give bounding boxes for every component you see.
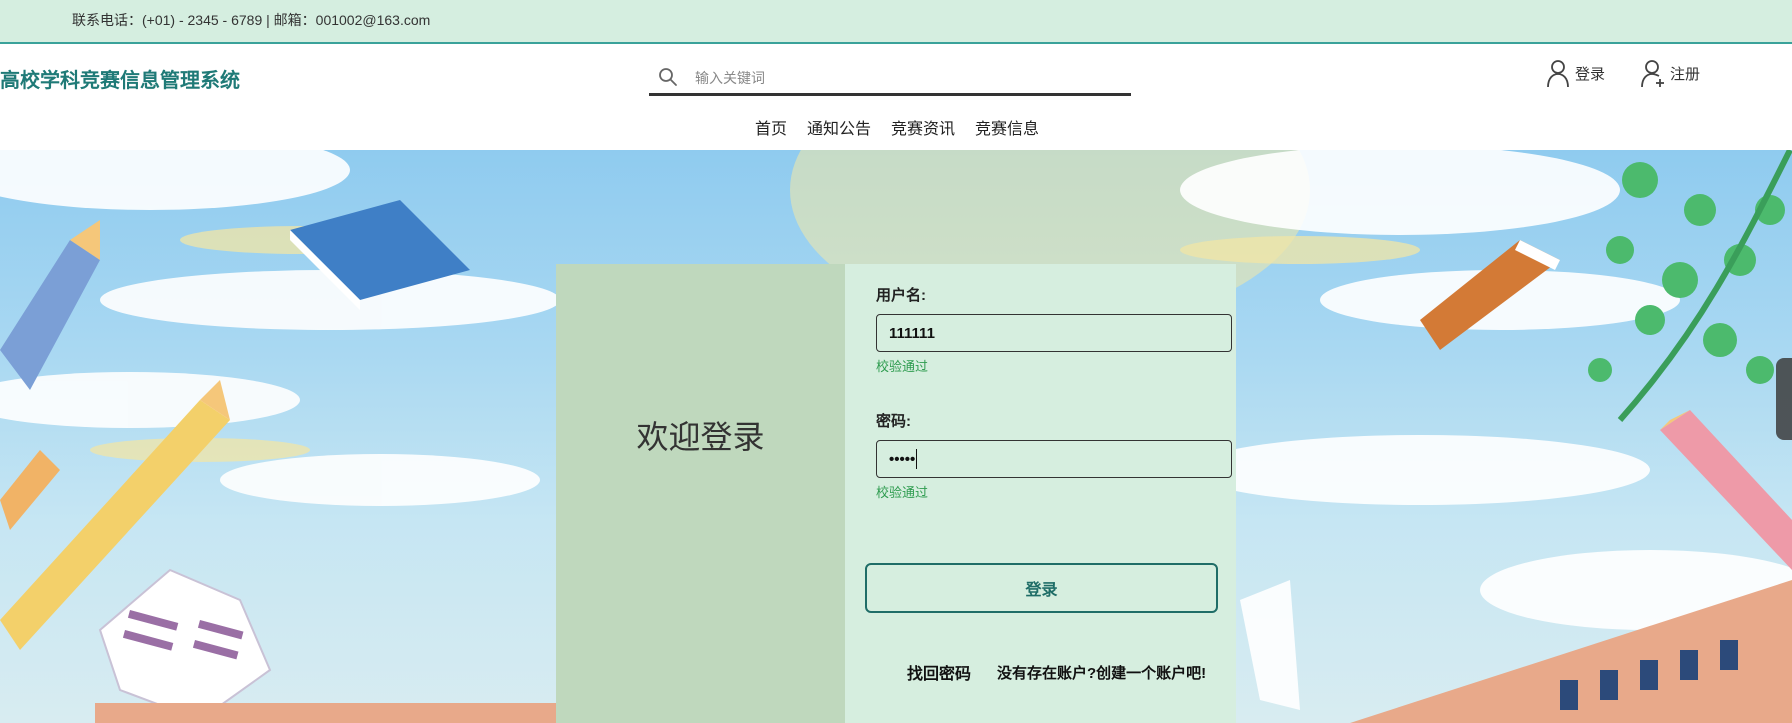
- password-label: 密码:: [876, 413, 911, 430]
- register-link[interactable]: 注册: [1640, 58, 1700, 88]
- username-validation: 校验通过: [876, 359, 929, 374]
- site-title[interactable]: 高校学科竞赛信息管理系统: [0, 64, 240, 93]
- search-input[interactable]: [695, 66, 1115, 90]
- create-account-link[interactable]: 没有存在账户?创建一个账户吧!: [997, 662, 1206, 683]
- user-icon: [1547, 60, 1569, 88]
- nav-item-competition-info[interactable]: 竞赛信息: [975, 115, 1039, 139]
- login-submit-button[interactable]: 登录: [865, 563, 1218, 613]
- welcome-heading: 欢迎登录: [636, 419, 765, 455]
- password-field[interactable]: •••••: [876, 440, 1232, 478]
- contact-info: 联系电话：(+01) - 2345 - 6789 | 邮箱：001002@163…: [72, 12, 431, 28]
- top-contact-bar: 联系电话：(+01) - 2345 - 6789 | 邮箱：001002@163…: [0, 0, 1792, 44]
- register-label: 注册: [1670, 65, 1701, 83]
- login-card: 欢迎登录 用户名: 111111 校验通过 密码: ••••• 校验通过 登录 …: [556, 264, 1236, 723]
- add-user-icon: [1641, 60, 1664, 88]
- password-value: •••••: [889, 450, 916, 468]
- forgot-password-link[interactable]: 找回密码: [907, 660, 971, 684]
- password-validation: 校验通过: [876, 485, 929, 500]
- search-bar: [649, 60, 1131, 96]
- text-cursor: [916, 449, 918, 469]
- login-label: 登录: [1575, 65, 1606, 83]
- main-nav: 首页 通知公告 竞赛资讯 竞赛信息: [0, 115, 1792, 139]
- site-header: 高校学科竞赛信息管理系统 登录 注册 首页 通知公告 竞赛资讯 竞赛信息: [0, 44, 1792, 150]
- username-field[interactable]: 111111: [876, 314, 1232, 352]
- login-form: 用户名: 111111 校验通过 密码: ••••• 校验通过 登录 找回密码 …: [845, 264, 1236, 723]
- nav-item-competition-news[interactable]: 竞赛资讯: [891, 115, 955, 139]
- search-icon[interactable]: [657, 66, 679, 88]
- nav-item-home[interactable]: 首页: [755, 115, 787, 139]
- username-label: 用户名:: [876, 287, 926, 304]
- side-tab-handle[interactable]: [1776, 358, 1792, 440]
- nav-item-notices[interactable]: 通知公告: [807, 115, 871, 139]
- login-link[interactable]: 登录: [1545, 58, 1605, 88]
- welcome-panel: 欢迎登录: [556, 264, 845, 723]
